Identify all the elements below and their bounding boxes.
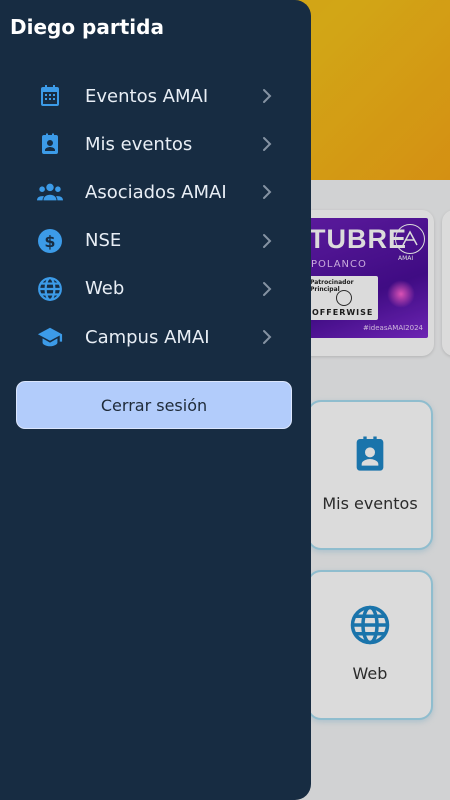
menu-item-label: Campus AMAI xyxy=(85,326,210,348)
globe-icon xyxy=(37,276,63,302)
menu-item-nse[interactable]: $ NSE xyxy=(0,217,311,265)
event-badge-icon xyxy=(37,131,63,157)
menu-item-label: Web xyxy=(85,278,125,300)
chevron-right-icon xyxy=(261,88,273,104)
menu-item-label: NSE xyxy=(85,230,122,252)
chevron-right-icon xyxy=(261,233,273,249)
navigation-drawer: Diego partida Eventos AMAI Mis eventos A… xyxy=(0,0,311,800)
dollar-circle-icon: $ xyxy=(37,228,63,254)
chevron-right-icon xyxy=(261,329,273,345)
chevron-right-icon xyxy=(261,281,273,297)
svg-text:$: $ xyxy=(44,232,55,251)
menu-item-eventos-amai[interactable]: Eventos AMAI xyxy=(0,72,311,120)
chevron-right-icon xyxy=(261,136,273,152)
chevron-right-icon xyxy=(261,184,273,200)
menu-item-label: Asociados AMAI xyxy=(85,181,227,203)
group-icon xyxy=(37,179,63,205)
menu-item-web[interactable]: Web xyxy=(0,265,311,313)
graduation-cap-icon xyxy=(37,324,63,350)
user-name: Diego partida xyxy=(10,15,164,39)
logout-button[interactable]: Cerrar sesión xyxy=(16,381,292,429)
menu-item-mis-eventos[interactable]: Mis eventos xyxy=(0,120,311,168)
menu-item-label: Mis eventos xyxy=(85,133,193,155)
menu-item-label: Eventos AMAI xyxy=(85,85,209,107)
calendar-icon xyxy=(37,83,63,109)
menu-item-asociados-amai[interactable]: Asociados AMAI xyxy=(0,168,311,216)
menu-item-campus-amai[interactable]: Campus AMAI xyxy=(0,313,311,361)
drawer-menu: Eventos AMAI Mis eventos Asociados AMAI xyxy=(0,72,311,361)
